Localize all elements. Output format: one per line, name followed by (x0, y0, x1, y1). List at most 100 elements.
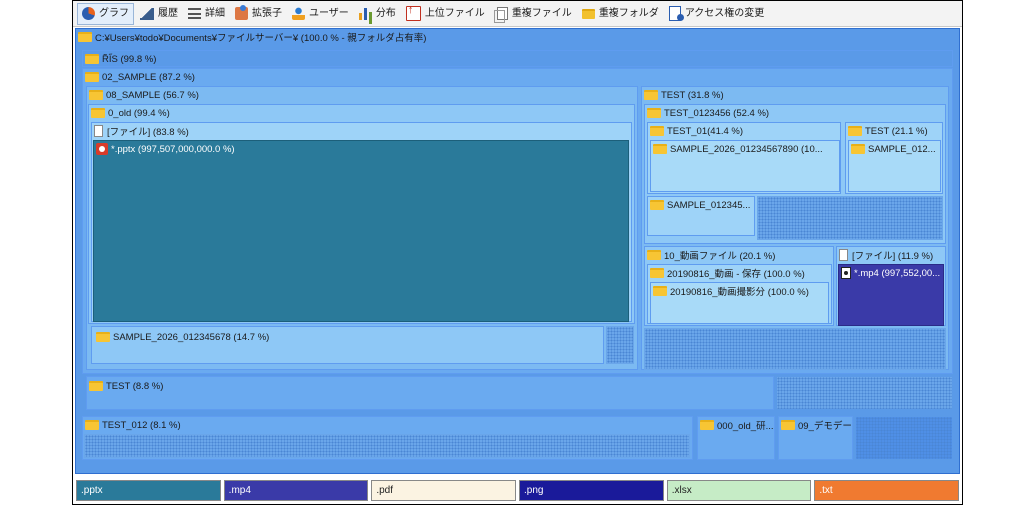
folder-icon (85, 54, 99, 64)
treemap-label: 0_old (99.4 %) (108, 107, 170, 119)
tab-top-files-label: 上位ファイル (424, 7, 485, 19)
tab-distribution-label: 分布 (375, 7, 396, 19)
treemap-small-files-c[interactable] (644, 328, 946, 370)
treemap-label: TEST (21.1 %) (865, 125, 928, 137)
treemap-small-files-d[interactable] (776, 376, 953, 410)
toolbar: グラフ 履歴 詳細 拡張子 ユーザー 分布 上位ファイル 重複ファイル (73, 1, 962, 27)
treemap-label: TEST_0123456 (52.4 %) (664, 107, 770, 119)
tab-access-rights[interactable]: アクセス権の変更 (665, 4, 769, 24)
treemap-small-files-e[interactable] (84, 434, 690, 458)
tab-graph-label: グラフ (99, 7, 129, 19)
treemap-node-sample-2026-b[interactable]: SAMPLE_2026_01234567890 (10... (650, 140, 840, 192)
treemap-label: SAMPLE_012345... (667, 199, 751, 211)
history-icon (140, 7, 154, 20)
tab-history[interactable]: 履歴 (136, 4, 182, 24)
treemap-label: SAMPLE_2026_01234567890 (10... (670, 143, 823, 155)
tab-duplicate-folders[interactable]: 重複フォルダ (578, 4, 663, 24)
treemap-label: C:¥Users¥todo¥Documents¥ファイルサーバー¥ (100.0… (95, 33, 427, 44)
treemap-label: 10_動画ファイル (20.1 %) (664, 251, 776, 262)
treemap-label: TEST_012 (8.1 %) (102, 419, 181, 431)
treemap-node-20190816-shoot[interactable]: 20190816_動画撮影分 (100.0 %) (650, 282, 829, 324)
treemap-label: TEST (8.8 %) (106, 380, 164, 392)
treemap-small-files-a[interactable] (606, 326, 634, 364)
folder-icon (89, 90, 103, 100)
legend-item-pptx[interactable]: .pptx (76, 480, 221, 501)
treemap-label: TEST_01(41.4 %) (667, 125, 744, 137)
treemap-node-test-8[interactable]: TEST (8.8 %) (86, 376, 774, 410)
treemap-label: 000_old_研... (717, 421, 774, 432)
treemap-label: *.pptx (997,507,000,000.0 %) (111, 143, 235, 155)
folder-icon (78, 32, 92, 42)
mp4-file-icon (841, 267, 851, 279)
folder-icon (647, 250, 661, 260)
folder-icon (85, 420, 99, 430)
treemap-node-rs[interactable]: R̃I̋S (99.8 %) (82, 50, 953, 67)
treemap-label: SAMPLE_2026_012345678 (14.7 %) (113, 331, 270, 343)
tab-extension[interactable]: 拡張子 (231, 4, 286, 24)
folder-icon (653, 144, 667, 154)
treemap-label: R̃I̋S (99.8 %) (102, 53, 157, 65)
folder-icon (653, 286, 667, 296)
treemap-label: SAMPLE_012... (868, 143, 936, 155)
tab-extension-label: 拡張子 (252, 7, 282, 19)
extension-icon (235, 5, 248, 20)
tab-access-rights-label: アクセス権の変更 (684, 7, 765, 19)
legend-item-mp4[interactable]: .mp4 (223, 480, 369, 501)
folder-icon (644, 90, 658, 100)
treemap-node-000-old[interactable]: 000_old_研... (697, 416, 775, 460)
file-icon (839, 249, 848, 261)
distribution-icon (358, 7, 372, 20)
tab-top-files[interactable]: 上位ファイル (402, 4, 489, 24)
tab-detail-label: 詳細 (205, 7, 225, 19)
extension-legend: .pptx .mp4 .pdf .png .xlsx .txt (73, 477, 962, 504)
legend-item-png[interactable]: .png (519, 480, 664, 501)
tab-duplicate-files[interactable]: 重複ファイル (491, 4, 576, 24)
treemap-node-09-demo[interactable]: 09_デモデー... (778, 416, 853, 460)
tab-user-label: ユーザー (309, 7, 349, 19)
tab-distribution[interactable]: 分布 (355, 4, 400, 24)
treemap-label: 08_SAMPLE (56.7 %) (106, 89, 199, 101)
folder-icon (647, 108, 661, 118)
folder-icon (848, 126, 862, 136)
tab-duplicate-folders-label: 重複フォルダ (598, 7, 659, 19)
treemap-node-sample-012[interactable]: SAMPLE_012... (848, 140, 941, 192)
treemap-label: [ファイル] (83.8 %) (107, 127, 189, 138)
treemap-label: 20190816_動画 - 保存 (100.0 %) (667, 269, 805, 280)
treemap-small-files-f[interactable] (855, 416, 953, 460)
folder-icon (650, 268, 664, 278)
file-icon (94, 125, 103, 137)
user-icon (292, 7, 305, 20)
detail-list-icon (188, 8, 201, 19)
tab-user[interactable]: ユーザー (288, 4, 353, 24)
treemap-label: 02_SAMPLE (87.2 %) (102, 71, 195, 83)
folder-icon (91, 108, 105, 118)
legend-item-xlsx[interactable]: .xlsx (666, 480, 812, 501)
tab-history-label: 履歴 (158, 7, 178, 19)
folder-icon (85, 72, 99, 82)
pie-chart-icon (82, 7, 95, 20)
top-files-icon (405, 4, 421, 21)
folder-icon (650, 200, 664, 210)
folder-icon (89, 381, 103, 391)
treemap-label: 09_デモデー... (798, 421, 852, 432)
treemap-node-sample-2026-a[interactable]: SAMPLE_2026_012345678 (14.7 %) (91, 326, 604, 364)
treemap: C:¥Users¥todo¥Documents¥ファイルサーバー¥ (100.0… (75, 28, 960, 474)
folder-icon (700, 420, 714, 430)
folder-icon (781, 420, 795, 430)
treemap-label: TEST (31.8 %) (661, 89, 724, 101)
treemap-node-mp4[interactable]: *.mp4 (997,552,00... (838, 264, 944, 326)
treemap-node-sample-012345[interactable]: SAMPLE_012345... (647, 196, 755, 236)
treemap-label: [ファイル] (11.9 %) (852, 251, 934, 262)
tab-duplicate-files-label: 重複ファイル (511, 7, 572, 19)
tab-graph[interactable]: グラフ (77, 2, 134, 25)
tab-detail[interactable]: 詳細 (184, 4, 229, 24)
treemap-label: *.mp4 (997,552,00... (854, 267, 941, 279)
folder-icon (851, 144, 865, 154)
access-rights-icon (668, 6, 684, 21)
treemap-small-files-b[interactable] (757, 196, 943, 240)
treemap-node-pptx[interactable]: *.pptx (997,507,000,000.0 %) (93, 140, 629, 322)
folder-icon (96, 332, 110, 342)
pptx-file-icon (96, 143, 108, 155)
legend-item-txt[interactable]: .txt (814, 480, 960, 501)
legend-item-pdf[interactable]: .pdf (371, 480, 517, 501)
